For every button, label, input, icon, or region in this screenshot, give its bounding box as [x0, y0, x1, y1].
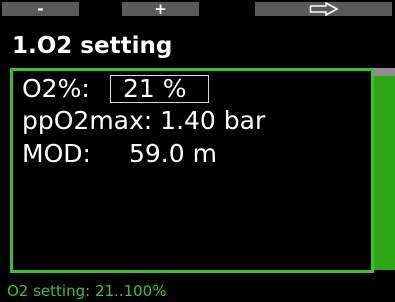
increase-button-label: +: [154, 0, 167, 18]
decrease-button-label: -: [37, 0, 44, 18]
ppo2max-value: 1.40 bar: [160, 106, 266, 135]
setting-range-hint: O2 setting: 21..100%: [7, 282, 167, 300]
mod-row: MOD: 59.0 m: [22, 139, 217, 168]
next-button[interactable]: [255, 2, 392, 16]
dive-computer-screen: - + 1.O2 setting O2%: 21 % ppO2max: 1.40…: [0, 0, 395, 302]
arrow-right-outline-icon: [309, 2, 339, 16]
decrease-button[interactable]: -: [2, 0, 79, 18]
mod-label: MOD:: [22, 139, 91, 168]
settings-panel: O2%: 21 % ppO2max: 1.40 bar MOD: 59.0 m: [10, 68, 374, 273]
o2-percent-label: O2%:: [22, 74, 90, 103]
mod-value: 59.0 m: [129, 139, 217, 168]
o2-percent-value: 21 %: [123, 74, 187, 103]
ppo2max-label: ppO2max:: [22, 106, 153, 135]
scrollbar[interactable]: [374, 68, 395, 270]
ppo2max-row: ppO2max: 1.40 bar: [22, 107, 265, 135]
increase-button[interactable]: +: [122, 0, 199, 18]
scrollbar-thumb[interactable]: [374, 68, 395, 76]
o2-percent-row: O2%:: [22, 75, 90, 103]
softkey-bar: - +: [0, 0, 395, 18]
page-title: 1.O2 setting: [12, 33, 173, 59]
o2-percent-value-field[interactable]: 21 %: [110, 75, 209, 103]
